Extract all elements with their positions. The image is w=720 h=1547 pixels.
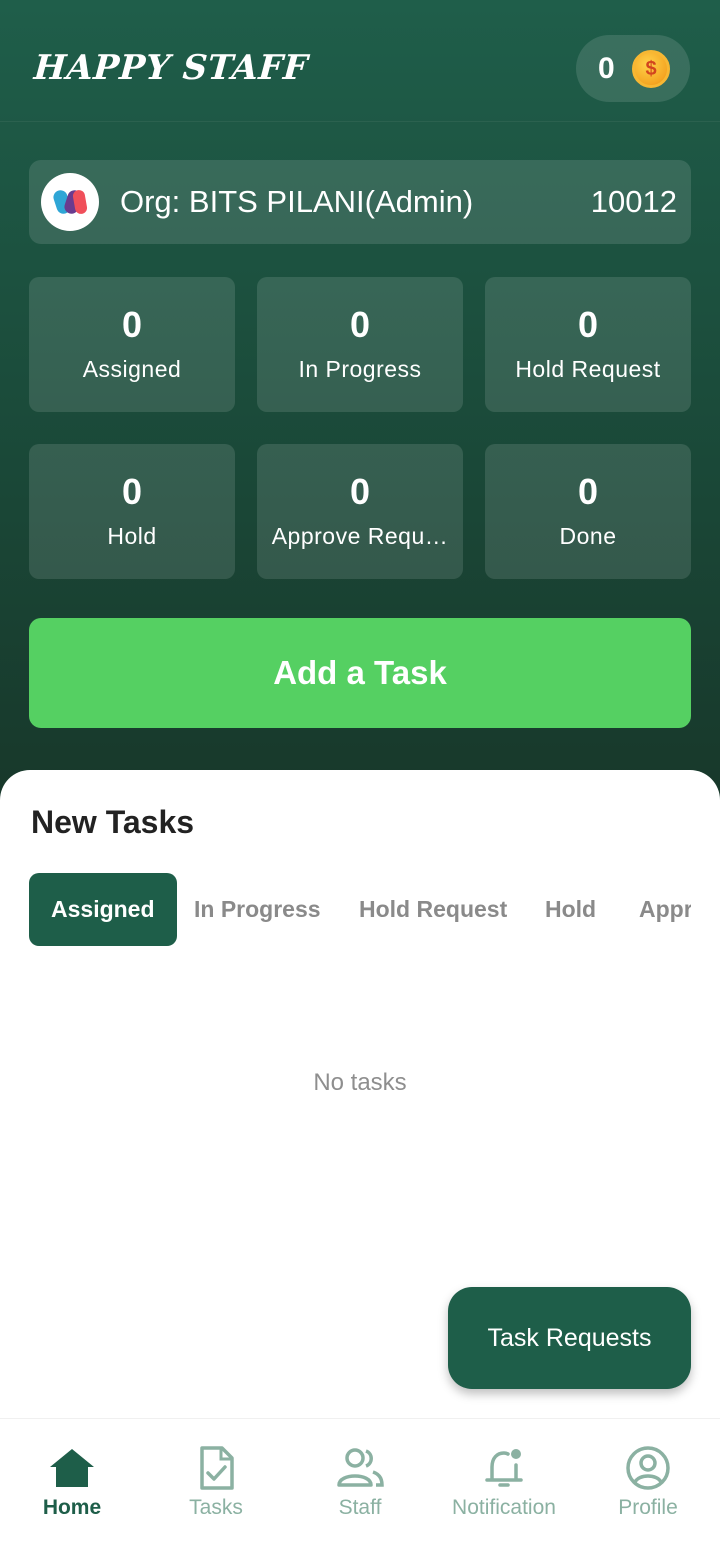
bottom-navigation: Home Tasks Staff Notification Profile xyxy=(0,1418,720,1547)
stat-value: 0 xyxy=(349,471,371,512)
nav-label: Profile xyxy=(618,1496,678,1519)
nav-label: Notification xyxy=(452,1496,556,1519)
task-document-icon xyxy=(200,1446,234,1490)
add-task-button[interactable]: Add a Task xyxy=(29,618,691,728)
stat-hold-request[interactable]: 0 Hold Request xyxy=(485,277,691,412)
tab-assigned[interactable]: Assigned xyxy=(29,873,177,946)
nav-home[interactable]: Home xyxy=(0,1419,144,1547)
stat-label: Done xyxy=(559,523,617,549)
org-name: Org: BITS PILANI(Admin) xyxy=(120,184,474,219)
section-title: New Tasks xyxy=(31,804,195,840)
stat-label: Hold Request xyxy=(515,356,661,382)
home-icon xyxy=(50,1449,94,1487)
nav-label: Staff xyxy=(338,1496,382,1519)
stat-value: 0 xyxy=(577,471,599,512)
stat-label: Assigned xyxy=(82,356,182,382)
coin-balance[interactable]: 0 $ xyxy=(576,35,690,102)
nav-profile[interactable]: Profile xyxy=(576,1419,720,1547)
stat-label: Hold xyxy=(107,523,157,549)
task-requests-button[interactable]: Task Requests xyxy=(448,1287,691,1389)
coin-symbol: $ xyxy=(645,58,657,80)
header-background: HAPPY STAFF 0 $ Org: BITS PILANI(Admin) … xyxy=(0,0,720,860)
empty-state-text: No tasks xyxy=(313,1069,407,1096)
tab-hold[interactable]: Hold xyxy=(545,873,596,946)
stat-value: 0 xyxy=(349,304,371,345)
stat-done[interactable]: 0 Done xyxy=(485,444,691,579)
stat-value: 0 xyxy=(121,471,143,512)
coin-count: 0 xyxy=(598,52,615,85)
profile-icon xyxy=(626,1446,670,1490)
org-logo xyxy=(41,173,99,231)
task-status-tabs[interactable]: Assigned In Progress Hold Request Hold A… xyxy=(29,873,691,946)
nav-label: Tasks xyxy=(189,1496,243,1519)
tab-approve-request[interactable]: Appr xyxy=(639,873,691,946)
coin-icon: $ xyxy=(632,50,670,88)
stat-label: Approve Requ… xyxy=(271,523,449,549)
org-id: 10012 xyxy=(590,184,677,219)
nav-label: Home xyxy=(42,1496,102,1519)
staff-people-icon xyxy=(337,1448,384,1487)
stat-hold[interactable]: 0 Hold xyxy=(29,444,235,579)
nav-tasks[interactable]: Tasks xyxy=(144,1419,288,1547)
tab-hold-request[interactable]: Hold Request xyxy=(359,873,507,946)
stat-label: In Progress xyxy=(298,356,422,382)
stat-assigned[interactable]: 0 Assigned xyxy=(29,277,235,412)
stat-value: 0 xyxy=(121,304,143,345)
tab-in-progress[interactable]: In Progress xyxy=(194,873,321,946)
app-bar: HAPPY STAFF 0 $ xyxy=(0,0,720,122)
stat-value: 0 xyxy=(577,304,599,345)
nav-staff[interactable]: Staff xyxy=(288,1419,432,1547)
stat-in-progress[interactable]: 0 In Progress xyxy=(257,277,463,412)
org-card[interactable]: Org: BITS PILANI(Admin) 10012 xyxy=(29,160,691,244)
nav-notification[interactable]: Notification xyxy=(432,1419,576,1547)
bell-icon xyxy=(485,1449,523,1487)
app-logo-text: HAPPY STAFF xyxy=(32,48,310,88)
stat-approve-request[interactable]: 0 Approve Requ… xyxy=(257,444,463,579)
